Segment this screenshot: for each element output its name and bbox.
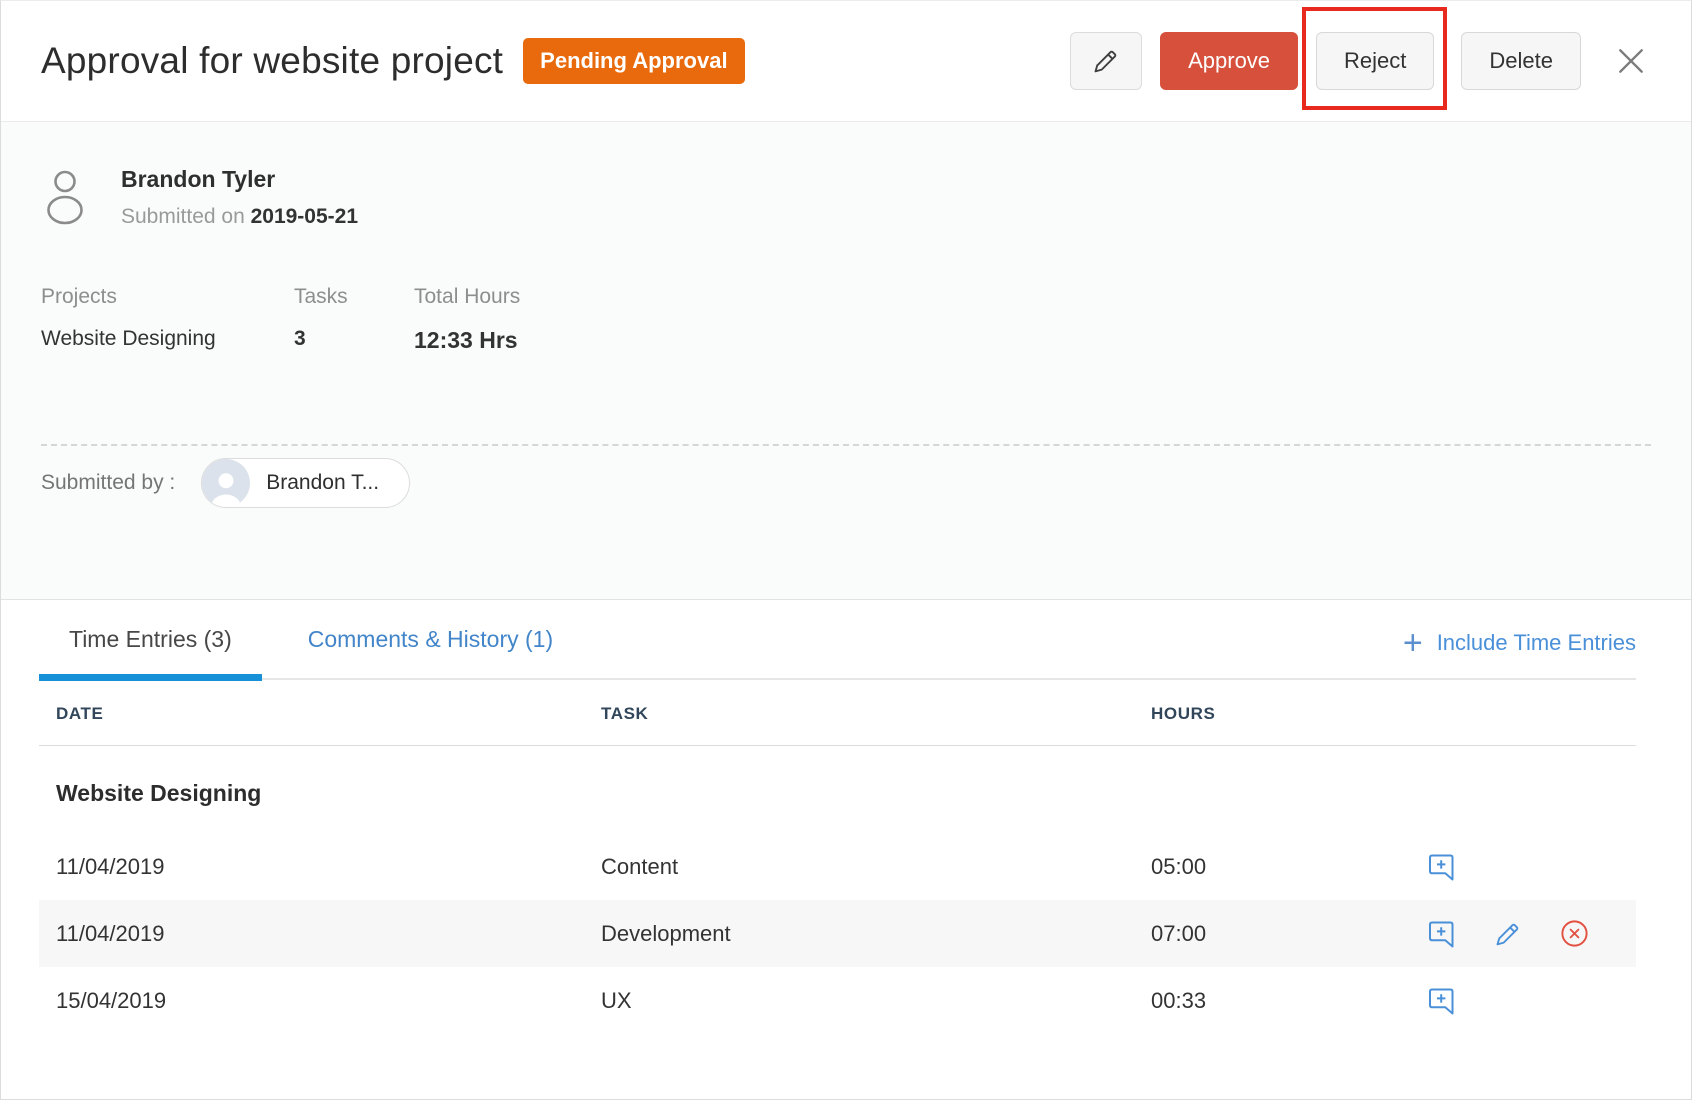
- add-note-button[interactable]: [1425, 985, 1457, 1017]
- projects-label: Projects: [41, 285, 294, 309]
- entry-hours: 07:00: [1134, 921, 1379, 947]
- entry-date: 11/04/2019: [39, 854, 584, 880]
- column-header-date: DATE: [39, 704, 584, 724]
- column-header-task: TASK: [584, 704, 1134, 724]
- person-avatar-icon: [202, 459, 250, 507]
- submitted-by-label: Submitted by :: [41, 471, 175, 495]
- entry-task: Content: [584, 854, 1134, 880]
- tasks-value: 3: [294, 327, 414, 351]
- stat-tasks: Tasks 3: [294, 285, 414, 354]
- circle-x-icon: [1559, 918, 1590, 949]
- tab-time-entries[interactable]: Time Entries (3): [39, 616, 262, 679]
- reject-button[interactable]: Reject: [1316, 32, 1434, 90]
- table-row: 11/04/2019 Content 05:00: [39, 833, 1636, 900]
- time-entries-table: DATE TASK HOURS Website Designing 11/04/…: [39, 682, 1636, 1034]
- close-button[interactable]: [1611, 41, 1651, 81]
- submitted-on-line: Submitted on 2019-05-21: [121, 205, 358, 229]
- entry-actions: [1379, 918, 1636, 950]
- submitted-on-label: Submitted on: [121, 205, 245, 228]
- page-title: Approval for website project: [41, 40, 503, 82]
- remove-entry-button[interactable]: [1559, 918, 1590, 949]
- submitter-text-block: Brandon Tyler Submitted on 2019-05-21: [121, 166, 358, 229]
- entry-task: UX: [584, 988, 1134, 1014]
- add-note-bubble-icon: [1425, 851, 1457, 883]
- entry-date: 11/04/2019: [39, 921, 584, 947]
- submitted-date: 2019-05-21: [251, 205, 358, 228]
- add-note-button[interactable]: [1425, 918, 1457, 950]
- entry-task: Development: [584, 921, 1134, 947]
- entry-actions: [1379, 985, 1636, 1017]
- approve-button[interactable]: Approve: [1160, 32, 1298, 90]
- pencil-icon: [1493, 919, 1523, 949]
- tab-comments-history[interactable]: Comments & History (1): [278, 616, 583, 679]
- entry-actions: [1379, 851, 1636, 883]
- edit-entry-button[interactable]: [1493, 919, 1523, 949]
- stat-total-hours: Total Hours 12:33 Hrs: [414, 285, 520, 354]
- total-hours-label: Total Hours: [414, 285, 520, 309]
- delete-button[interactable]: Delete: [1461, 32, 1581, 90]
- submitted-by-row: Submitted by : Brandon T...: [41, 458, 1651, 508]
- approval-summary-section: Brandon Tyler Submitted on 2019-05-21 Pr…: [1, 122, 1691, 600]
- status-badge: Pending Approval: [523, 38, 744, 84]
- submitter-name: Brandon Tyler: [121, 166, 358, 193]
- table-row: 15/04/2019 UX 00:33: [39, 967, 1636, 1034]
- add-note-button[interactable]: [1425, 851, 1457, 883]
- tasks-label: Tasks: [294, 285, 414, 309]
- header-actions: Approve Reject Delete: [1070, 32, 1651, 90]
- entry-hours: 00:33: [1134, 988, 1379, 1014]
- close-icon: [1616, 46, 1646, 76]
- chip-name: Brandon T...: [266, 471, 379, 495]
- person-outline-icon: [41, 168, 89, 226]
- entry-date: 15/04/2019: [39, 988, 584, 1014]
- column-header-hours: HOURS: [1134, 704, 1379, 724]
- entry-hours: 05:00: [1134, 854, 1379, 880]
- pencil-icon: [1091, 46, 1121, 76]
- summary-stats: Projects Website Designing Tasks 3 Total…: [41, 285, 1651, 354]
- edit-button[interactable]: [1070, 32, 1142, 90]
- tabs-bar: Time Entries (3) Comments & History (1) …: [1, 600, 1691, 682]
- header-bar: Approval for website project Pending App…: [1, 1, 1691, 122]
- plus-icon: +: [1403, 631, 1423, 655]
- stat-projects: Projects Website Designing: [41, 285, 294, 354]
- add-note-bubble-icon: [1425, 985, 1457, 1017]
- include-time-entries-link[interactable]: + Include Time Entries: [1403, 630, 1636, 656]
- project-group-header: Website Designing: [39, 746, 1636, 833]
- dashed-divider: [41, 444, 1651, 446]
- table-row: 11/04/2019 Development 07:00: [39, 900, 1636, 967]
- include-time-entries-label: Include Time Entries: [1437, 630, 1636, 656]
- submitter-chip[interactable]: Brandon T...: [201, 458, 410, 508]
- reject-button-wrapper: Reject: [1316, 32, 1434, 90]
- table-header-row: DATE TASK HOURS: [39, 682, 1636, 746]
- approval-detail-panel: Approval for website project Pending App…: [0, 0, 1692, 1100]
- projects-value: Website Designing: [41, 327, 294, 351]
- add-note-bubble-icon: [1425, 918, 1457, 950]
- submitter-info: Brandon Tyler Submitted on 2019-05-21: [41, 166, 1651, 229]
- total-hours-value: 12:33 Hrs: [414, 327, 520, 354]
